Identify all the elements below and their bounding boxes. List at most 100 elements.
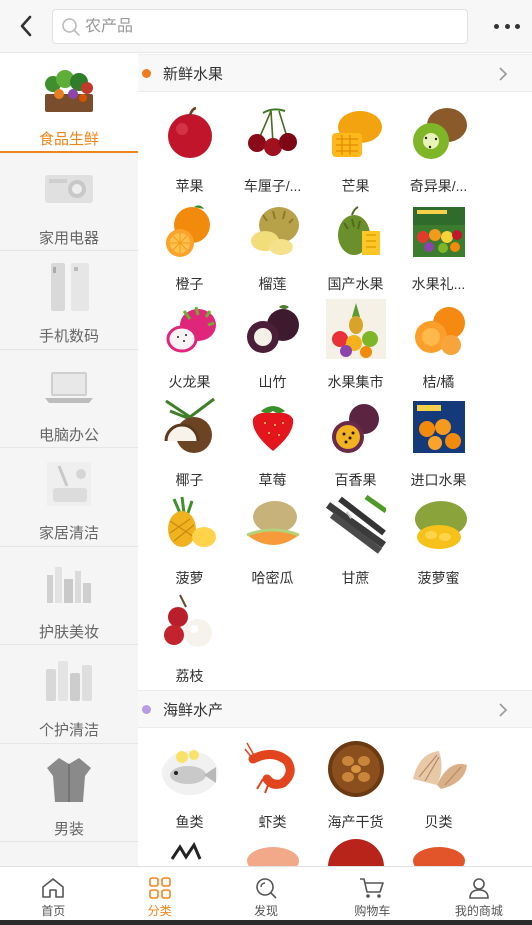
seafood-image — [159, 836, 221, 866]
category-item-cherry[interactable]: 车厘子/... — [231, 102, 314, 200]
sidebar-item-menswear[interactable]: 男装 — [0, 744, 138, 842]
category-item-kiwi[interactable]: 奇异果/... — [397, 102, 480, 200]
item-label: 甘蔗 — [341, 570, 370, 586]
sidebar-item-food[interactable]: 食品生鲜 — [0, 54, 138, 153]
category-item-orange[interactable]: 橙子 — [148, 200, 231, 298]
durian-image — [242, 200, 304, 262]
section-title: 新鲜水果 — [163, 65, 224, 83]
back-button[interactable] — [12, 12, 40, 40]
seafood-grid: 鱼类 虾类 海产干货 贝类 — [138, 728, 532, 866]
sidebar-item-label: 家用电器 — [38, 229, 99, 247]
item-label: 鱼类 — [175, 814, 204, 830]
coconut-image — [159, 396, 221, 458]
category-item-pineapple[interactable]: 菠萝 — [148, 494, 231, 592]
item-label: 橙子 — [175, 276, 204, 292]
category-item-lychee[interactable]: 荔枝 — [148, 592, 231, 690]
tab-label: 发现 — [254, 904, 279, 918]
sugarcane-image — [325, 494, 387, 556]
section-header-seafood[interactable]: 海鲜水产 — [138, 690, 532, 728]
category-item-mango[interactable]: 芒果 — [314, 102, 397, 200]
chevron-right-icon — [499, 703, 508, 717]
sidebar-item-personal-care[interactable]: 个护清洁 — [0, 645, 138, 744]
kiwi-image — [408, 102, 470, 164]
category-item-coconut[interactable]: 椰子 — [148, 396, 231, 494]
section-dot — [142, 704, 151, 714]
category-item-seafood-5[interactable] — [148, 836, 231, 866]
sidebar-item-home-cleaning[interactable]: 家居清洁 — [0, 448, 138, 547]
home-cleaning-thumbnail — [43, 458, 95, 510]
category-item-shrimp[interactable]: 虾类 — [231, 738, 314, 836]
category-item-mangosteen[interactable]: 山竹 — [231, 298, 314, 396]
section-header-fresh-fruit[interactable]: 新鲜水果 — [138, 54, 532, 92]
item-label: 百香果 — [334, 472, 377, 488]
item-label: 哈密瓜 — [251, 570, 294, 586]
category-item-jackfruit[interactable]: 菠萝蜜 — [397, 494, 480, 592]
jackfruit-image — [408, 494, 470, 556]
seafood-image — [242, 836, 304, 866]
imported-fruit-image — [408, 396, 470, 458]
mangosteen-image — [242, 298, 304, 360]
tab-cart[interactable]: 购物车 — [319, 867, 425, 920]
tab-label: 我的商城 — [454, 904, 503, 918]
fruit-market-image — [325, 298, 387, 360]
sidebar-item-skincare[interactable]: 护肤美妆 — [0, 547, 138, 645]
more-dots-icon — [494, 23, 499, 29]
laptop-thumbnail — [43, 360, 95, 412]
section-title: 海鲜水产 — [163, 701, 224, 719]
item-label: 国产水果 — [327, 276, 384, 292]
category-item-seafood-6[interactable] — [231, 836, 314, 866]
section-dot — [142, 68, 151, 78]
category-sidebar: 食品生鲜 家用电器 手机数码 电脑办公 家居清洁 护肤美妆 个护清洁 男装 — [0, 54, 138, 866]
category-item-strawberry[interactable]: 草莓 — [231, 396, 314, 494]
tab-label: 首页 — [41, 904, 66, 918]
tab-label: 购物车 — [354, 904, 391, 918]
user-icon — [469, 878, 489, 899]
category-item-hami-melon[interactable]: 哈密瓜 — [231, 494, 314, 592]
category-item-tangerine[interactable]: 桔/橘 — [397, 298, 480, 396]
sidebar-item-phones[interactable]: 手机数码 — [0, 251, 138, 350]
category-item-durian[interactable]: 榴莲 — [231, 200, 314, 298]
personal-care-thumbnail — [43, 655, 95, 707]
discover-icon — [256, 878, 277, 899]
category-item-seafood-7[interactable] — [314, 836, 397, 866]
bottom-tab-bar: 首页 分类 发现 购物车 我的商城 — [0, 866, 532, 920]
category-item-passion-fruit[interactable]: 百香果 — [314, 396, 397, 494]
item-label: 海产干货 — [327, 814, 384, 830]
category-item-sugarcane[interactable]: 甘蔗 — [314, 494, 397, 592]
cart-icon — [360, 878, 385, 898]
category-item-dried-seafood[interactable]: 海产干货 — [314, 738, 397, 836]
category-item-imported-fruit[interactable]: 进口水果 — [397, 396, 480, 494]
category-item-domestic-fruit[interactable]: 国产水果 — [314, 200, 397, 298]
chevron-right-icon — [499, 67, 508, 81]
category-item-fruit-market[interactable]: 水果集市 — [314, 298, 397, 396]
search-box[interactable] — [52, 9, 468, 44]
category-content: 新鲜水果 苹果 车厘子/... 芒果 奇异果/... 橙子 榴莲 国产水果 水果… — [138, 54, 532, 866]
tab-profile[interactable]: 我的商城 — [426, 867, 532, 920]
item-label: 贝类 — [424, 814, 453, 830]
more-button[interactable] — [494, 14, 520, 38]
seafood-image — [408, 836, 470, 866]
search-input[interactable] — [85, 17, 445, 36]
item-label: 草莓 — [258, 472, 287, 488]
item-label: 荔枝 — [175, 668, 204, 684]
shellfish-image — [408, 738, 470, 800]
item-label: 榴莲 — [258, 276, 287, 292]
category-item-fish[interactable]: 鱼类 — [148, 738, 231, 836]
category-item-fruit-gift[interactable]: 水果礼... — [397, 200, 480, 298]
category-item-apple[interactable]: 苹果 — [148, 102, 231, 200]
sidebar-item-appliances[interactable]: 家用电器 — [0, 153, 138, 251]
skincare-thumbnail — [43, 557, 95, 609]
category-item-shellfish[interactable]: 贝类 — [397, 738, 480, 836]
apple-image — [159, 102, 221, 164]
sidebar-item-label: 护肤美妆 — [38, 623, 99, 641]
category-item-dragon-fruit[interactable]: 火龙果 — [148, 298, 231, 396]
tab-home[interactable]: 首页 — [0, 867, 106, 920]
tab-discover[interactable]: 发现 — [213, 867, 319, 920]
sidebar-item-computers[interactable]: 电脑办公 — [0, 350, 138, 448]
fruit-gift-image — [408, 200, 470, 262]
tab-category[interactable]: 分类 — [106, 867, 212, 920]
cherry-image — [242, 102, 304, 164]
fruit-grid: 苹果 车厘子/... 芒果 奇异果/... 橙子 榴莲 国产水果 水果礼... … — [138, 92, 532, 690]
domestic-fruit-image — [325, 200, 387, 262]
category-item-seafood-8[interactable] — [397, 836, 480, 866]
